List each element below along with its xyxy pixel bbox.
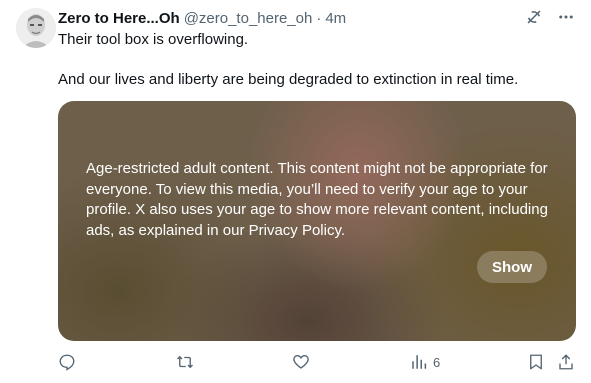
header-actions (525, 8, 575, 30)
author-name[interactable]: Zero to Here...Oh (58, 10, 180, 27)
like-icon (292, 353, 310, 371)
more-icon[interactable] (557, 8, 575, 30)
reply-icon (58, 353, 76, 371)
show-media-button[interactable]: Show (477, 251, 547, 283)
author-handle[interactable]: @zero_to_here_oh (184, 10, 313, 27)
share-button[interactable] (557, 353, 575, 371)
age-restriction-message: Age-restricted adult content. This conte… (86, 160, 548, 239)
tweet-text-line-2: And our lives and liberty are being degr… (58, 71, 519, 88)
timestamp[interactable]: 4m (325, 10, 346, 27)
retweet-button[interactable] (175, 353, 195, 371)
views-button[interactable]: 6 (410, 353, 440, 371)
bookmark-icon (527, 353, 545, 371)
separator-dot: · (316, 9, 322, 27)
share-icon (557, 353, 575, 371)
views-count: 6 (433, 354, 441, 370)
grok-icon[interactable] (525, 8, 543, 30)
avatar[interactable] (16, 8, 56, 48)
views-icon (410, 353, 428, 371)
bookmark-button[interactable] (527, 353, 545, 371)
tweet-header: Zero to Here...Oh @zero_to_here_oh · 4m (58, 8, 575, 28)
tweet-text-line-1: Their tool box is overflowing. (58, 31, 249, 48)
media-warning-card: Age-restricted adult content. This conte… (58, 101, 576, 341)
retweet-icon (175, 353, 195, 371)
reply-button[interactable] (58, 353, 76, 371)
like-button[interactable] (292, 353, 310, 371)
